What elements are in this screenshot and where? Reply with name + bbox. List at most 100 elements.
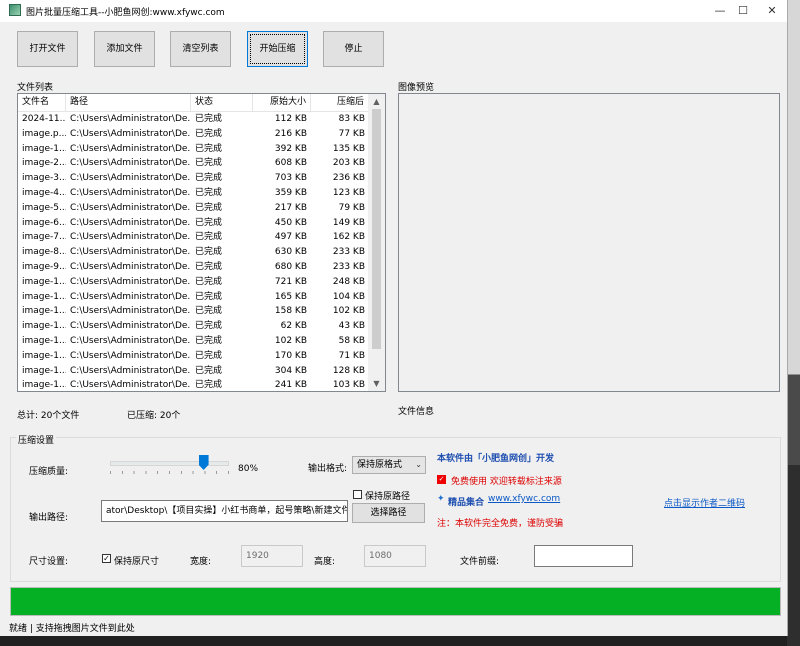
table-row[interactable]: image-1... C:\Users\Administrator\De... 已完… xyxy=(18,290,369,305)
progress-fill xyxy=(11,588,780,615)
cell-name: image-2... xyxy=(22,158,66,169)
cell-path: C:\Users\Administrator\De... xyxy=(70,262,191,272)
file-list-header: 文件名 路径 状态 原始大小 压缩后 xyxy=(18,94,369,112)
table-row[interactable]: image-1... C:\Users\Administrator\De... 已完… xyxy=(18,378,369,391)
scroll-down-icon[interactable]: ▼ xyxy=(368,376,385,391)
cell-name: image-1... xyxy=(22,276,66,287)
cell-status: 已完成 xyxy=(195,128,223,139)
table-row[interactable]: image-7... C:\Users\Administrator\De... 已完… xyxy=(18,230,369,245)
cell-original-size: 216 KB xyxy=(274,128,307,139)
close-button[interactable]: ✕ xyxy=(757,0,787,22)
output-path-label: 输出路径: xyxy=(29,513,69,523)
column-header-path[interactable]: 路径 xyxy=(66,94,191,111)
taskbar-strip xyxy=(0,636,787,646)
keep-size-checkbox[interactable]: ✓ xyxy=(102,554,111,563)
cell-original-size: 62 KB xyxy=(280,321,307,332)
cell-original-size: 630 KB xyxy=(274,247,307,258)
height-label: 高度: xyxy=(314,557,336,567)
table-row[interactable]: image-2... C:\Users\Administrator\De... 已完… xyxy=(18,156,369,171)
cell-compressed-size: 149 KB xyxy=(332,217,365,228)
cell-status: 已完成 xyxy=(195,365,223,376)
scrollbar-thumb[interactable] xyxy=(372,109,381,349)
clear-list-button[interactable]: 清空列表 xyxy=(170,31,231,67)
cell-compressed-size: 248 KB xyxy=(332,276,365,287)
file-list[interactable]: 文件名 路径 状态 原始大小 压缩后 2024-11... C:\Users\Ad… xyxy=(17,93,386,392)
width-input[interactable]: 1920 xyxy=(241,545,303,567)
cell-compressed-size: 135 KB xyxy=(332,143,365,154)
cell-name: image-6... xyxy=(22,217,66,228)
cell-compressed-size: 71 KB xyxy=(338,350,365,361)
cell-original-size: 304 KB xyxy=(274,365,307,376)
table-row[interactable]: image-6... C:\Users\Administrator\De... 已完… xyxy=(18,216,369,231)
table-row[interactable]: image-1... C:\Users\Administrator\De... 已完… xyxy=(18,364,369,379)
cell-compressed-size: 203 KB xyxy=(332,158,365,169)
quality-value: 80% xyxy=(238,464,259,474)
stop-button[interactable]: 停止 xyxy=(323,31,384,67)
cell-name: image-1... xyxy=(22,350,66,361)
table-row[interactable]: image-1... C:\Users\Administrator\De... 已完… xyxy=(18,334,369,349)
format-label: 输出格式: xyxy=(308,464,348,474)
format-select[interactable]: 保持原格式 ⌄ xyxy=(352,456,426,474)
cell-path: C:\Users\Administrator\De... xyxy=(70,114,191,124)
cell-path: C:\Users\Administrator\De... xyxy=(70,128,191,139)
cell-compressed-size: 103 KB xyxy=(332,380,365,391)
cell-name: image-7... xyxy=(22,232,66,243)
prefix-input[interactable] xyxy=(534,545,633,567)
column-header-compressed-size[interactable]: 压缩后 xyxy=(311,94,369,111)
column-header-name[interactable]: 文件名 xyxy=(18,94,66,111)
total-files-label: 总计: 20个文件 xyxy=(17,411,80,421)
cell-path: C:\Users\Administrator\De... xyxy=(70,380,191,391)
cell-status: 已完成 xyxy=(195,158,223,169)
table-row[interactable]: image-1... C:\Users\Administrator\De... 已完… xyxy=(18,349,369,364)
cell-status: 已完成 xyxy=(195,247,223,258)
output-path-input[interactable]: ator\Desktop\【项目实操】小红书商单，起号策略\新建文件夹 xyxy=(101,500,348,522)
table-row[interactable]: image-3... C:\Users\Administrator\De... 已完… xyxy=(18,171,369,186)
cell-path: C:\Users\Administrator\De... xyxy=(70,143,191,154)
show-qr-link[interactable]: 点击显示作者二维码 xyxy=(664,496,745,509)
table-row[interactable]: image-4... C:\Users\Administrator\De... 已完… xyxy=(18,186,369,201)
cell-path: C:\Users\Administrator\De... xyxy=(70,291,191,302)
table-row[interactable]: image-1... C:\Users\Administrator\De... 已完… xyxy=(18,142,369,157)
cell-path: C:\Users\Administrator\De... xyxy=(70,276,191,287)
table-row[interactable]: image-1... C:\Users\Administrator\De... 已完… xyxy=(18,319,369,334)
cell-original-size: 721 KB xyxy=(274,276,307,287)
cell-status: 已完成 xyxy=(195,202,223,213)
open-file-button[interactable]: 打开文件 xyxy=(17,31,78,67)
table-row[interactable]: image.p... C:\Users\Administrator\De... 已完… xyxy=(18,127,369,142)
cell-path: C:\Users\Administrator\De... xyxy=(70,321,191,332)
cell-compressed-size: 43 KB xyxy=(338,321,365,332)
table-row[interactable]: image-8... C:\Users\Administrator\De... 已完… xyxy=(18,245,369,260)
cell-compressed-size: 233 KB xyxy=(332,262,365,272)
cell-original-size: 170 KB xyxy=(274,350,307,361)
cell-compressed-size: 102 KB xyxy=(332,306,365,317)
table-row[interactable]: image-9... C:\Users\Administrator\De... 已完… xyxy=(18,260,369,275)
desktop-background xyxy=(787,0,800,646)
cell-compressed-size: 123 KB xyxy=(332,188,365,198)
scroll-up-icon[interactable]: ▲ xyxy=(368,94,385,109)
column-header-status[interactable]: 状态 xyxy=(191,94,253,111)
cell-compressed-size: 79 KB xyxy=(338,202,365,213)
cell-path: C:\Users\Administrator\De... xyxy=(70,350,191,361)
cell-original-size: 241 KB xyxy=(274,380,307,391)
cell-name: image-1... xyxy=(22,365,66,376)
table-row[interactable]: image-5... C:\Users\Administrator\De... 已完… xyxy=(18,201,369,216)
start-compress-button[interactable]: 开始压缩 xyxy=(247,31,308,67)
height-input[interactable]: 1080 xyxy=(364,545,426,567)
cell-original-size: 703 KB xyxy=(274,173,307,184)
cell-status: 已完成 xyxy=(195,276,223,287)
keep-original-path-checkbox[interactable] xyxy=(353,490,362,499)
quality-slider[interactable] xyxy=(110,461,229,466)
keep-size-label: 保持原尺寸 xyxy=(114,557,160,567)
table-row[interactable]: 2024-11... C:\Users\Administrator\De... 已完… xyxy=(18,112,369,127)
website-link[interactable]: www.xfywc.com xyxy=(488,494,560,504)
cell-status: 已完成 xyxy=(195,173,223,184)
cell-status: 已完成 xyxy=(195,380,223,391)
file-info-label: 文件信息 xyxy=(398,407,435,417)
file-list-scrollbar[interactable]: ▲ ▼ xyxy=(368,94,385,391)
add-file-button[interactable]: 添加文件 xyxy=(94,31,155,67)
table-row[interactable]: image-1... C:\Users\Administrator\De... 已完… xyxy=(18,304,369,319)
cell-original-size: 450 KB xyxy=(274,217,307,228)
choose-path-button[interactable]: 选择路径 xyxy=(352,503,425,523)
column-header-original-size[interactable]: 原始大小 xyxy=(253,94,311,111)
table-row[interactable]: image-1... C:\Users\Administrator\De... 已完… xyxy=(18,275,369,290)
